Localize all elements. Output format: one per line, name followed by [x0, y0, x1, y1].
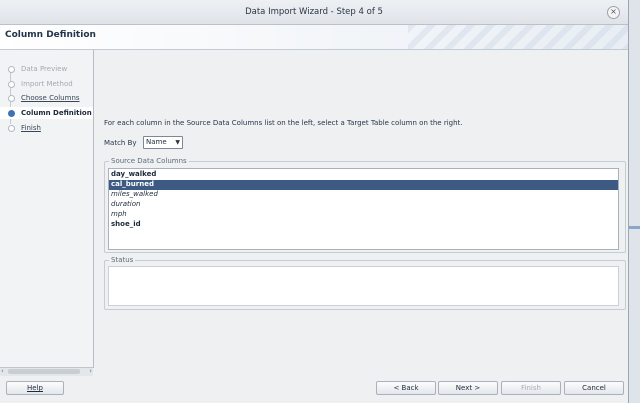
step-label: Import Method	[21, 80, 73, 88]
step-choose-columns[interactable]: Choose Columns	[0, 92, 93, 104]
source-columns-group: Source Data Columns day_walked cal_burne…	[104, 157, 626, 253]
dropdown-arrow-icon: ▼	[175, 139, 180, 146]
scroll-left-icon[interactable]: ‹	[1, 367, 4, 375]
source-columns-legend: Source Data Columns	[109, 157, 189, 165]
window-title: Data Import Wizard - Step 4 of 5	[245, 7, 383, 17]
title-bar: Data Import Wizard - Step 4 of 5 ×	[0, 0, 628, 25]
step-dot-icon	[8, 95, 15, 102]
instruction-text: For each column in the Source Data Colum…	[104, 119, 463, 127]
status-group: Status	[104, 256, 626, 310]
step-data-preview: Data Preview	[0, 63, 93, 75]
cancel-button[interactable]: Cancel	[564, 381, 624, 395]
step-import-method: Import Method	[0, 78, 93, 90]
match-by-label: Match By	[104, 139, 137, 147]
step-label: Column Definition	[21, 109, 92, 117]
step-label: Finish	[21, 124, 41, 132]
step-finish[interactable]: Finish	[0, 122, 93, 134]
close-icon[interactable]: ×	[607, 6, 620, 19]
header-decoration	[408, 25, 628, 49]
match-by-value: Name	[146, 138, 167, 146]
list-item[interactable]: miles_walked	[109, 190, 618, 200]
step-dot-icon	[8, 125, 15, 132]
source-columns-list[interactable]: day_walked cal_burned miles_walked durat…	[108, 168, 619, 250]
step-label: Data Preview	[21, 65, 68, 73]
step-current-dot-icon	[8, 110, 15, 117]
list-item[interactable]: duration	[109, 200, 618, 210]
step-navigation: Data Preview Import Method Choose Column…	[0, 50, 94, 368]
button-bar: Help < Back Next > Finish Cancel	[0, 376, 628, 403]
step-list-scrollbar[interactable]: ‹ ›	[0, 367, 93, 376]
status-legend: Status	[109, 256, 136, 264]
step-dot-icon	[8, 81, 15, 88]
step-label: Choose Columns	[21, 94, 80, 102]
scroll-right-icon[interactable]: ›	[89, 367, 92, 375]
list-item[interactable]: day_walked	[109, 170, 618, 180]
background-window-edge	[629, 226, 640, 229]
finish-button: Finish	[501, 381, 561, 395]
help-button[interactable]: Help	[6, 381, 64, 395]
status-area	[108, 266, 619, 306]
step-dot-icon	[8, 66, 15, 73]
step-column-definition[interactable]: Column Definition	[0, 107, 93, 119]
match-by-select[interactable]: Name ▼	[143, 136, 183, 149]
next-button[interactable]: Next >	[438, 381, 498, 395]
scrollbar-thumb[interactable]	[8, 369, 80, 374]
content-panel: For each column in the Source Data Colum…	[94, 50, 628, 375]
back-button[interactable]: < Back	[376, 381, 436, 395]
list-item[interactable]: shoe_id	[109, 220, 618, 230]
page-title: Column Definition	[5, 30, 96, 40]
page-header: Column Definition	[0, 25, 628, 50]
list-item[interactable]: mph	[109, 210, 618, 220]
wizard-window: Data Import Wizard - Step 4 of 5 × Colum…	[0, 0, 629, 403]
list-item-selected[interactable]: cal_burned	[109, 180, 618, 190]
